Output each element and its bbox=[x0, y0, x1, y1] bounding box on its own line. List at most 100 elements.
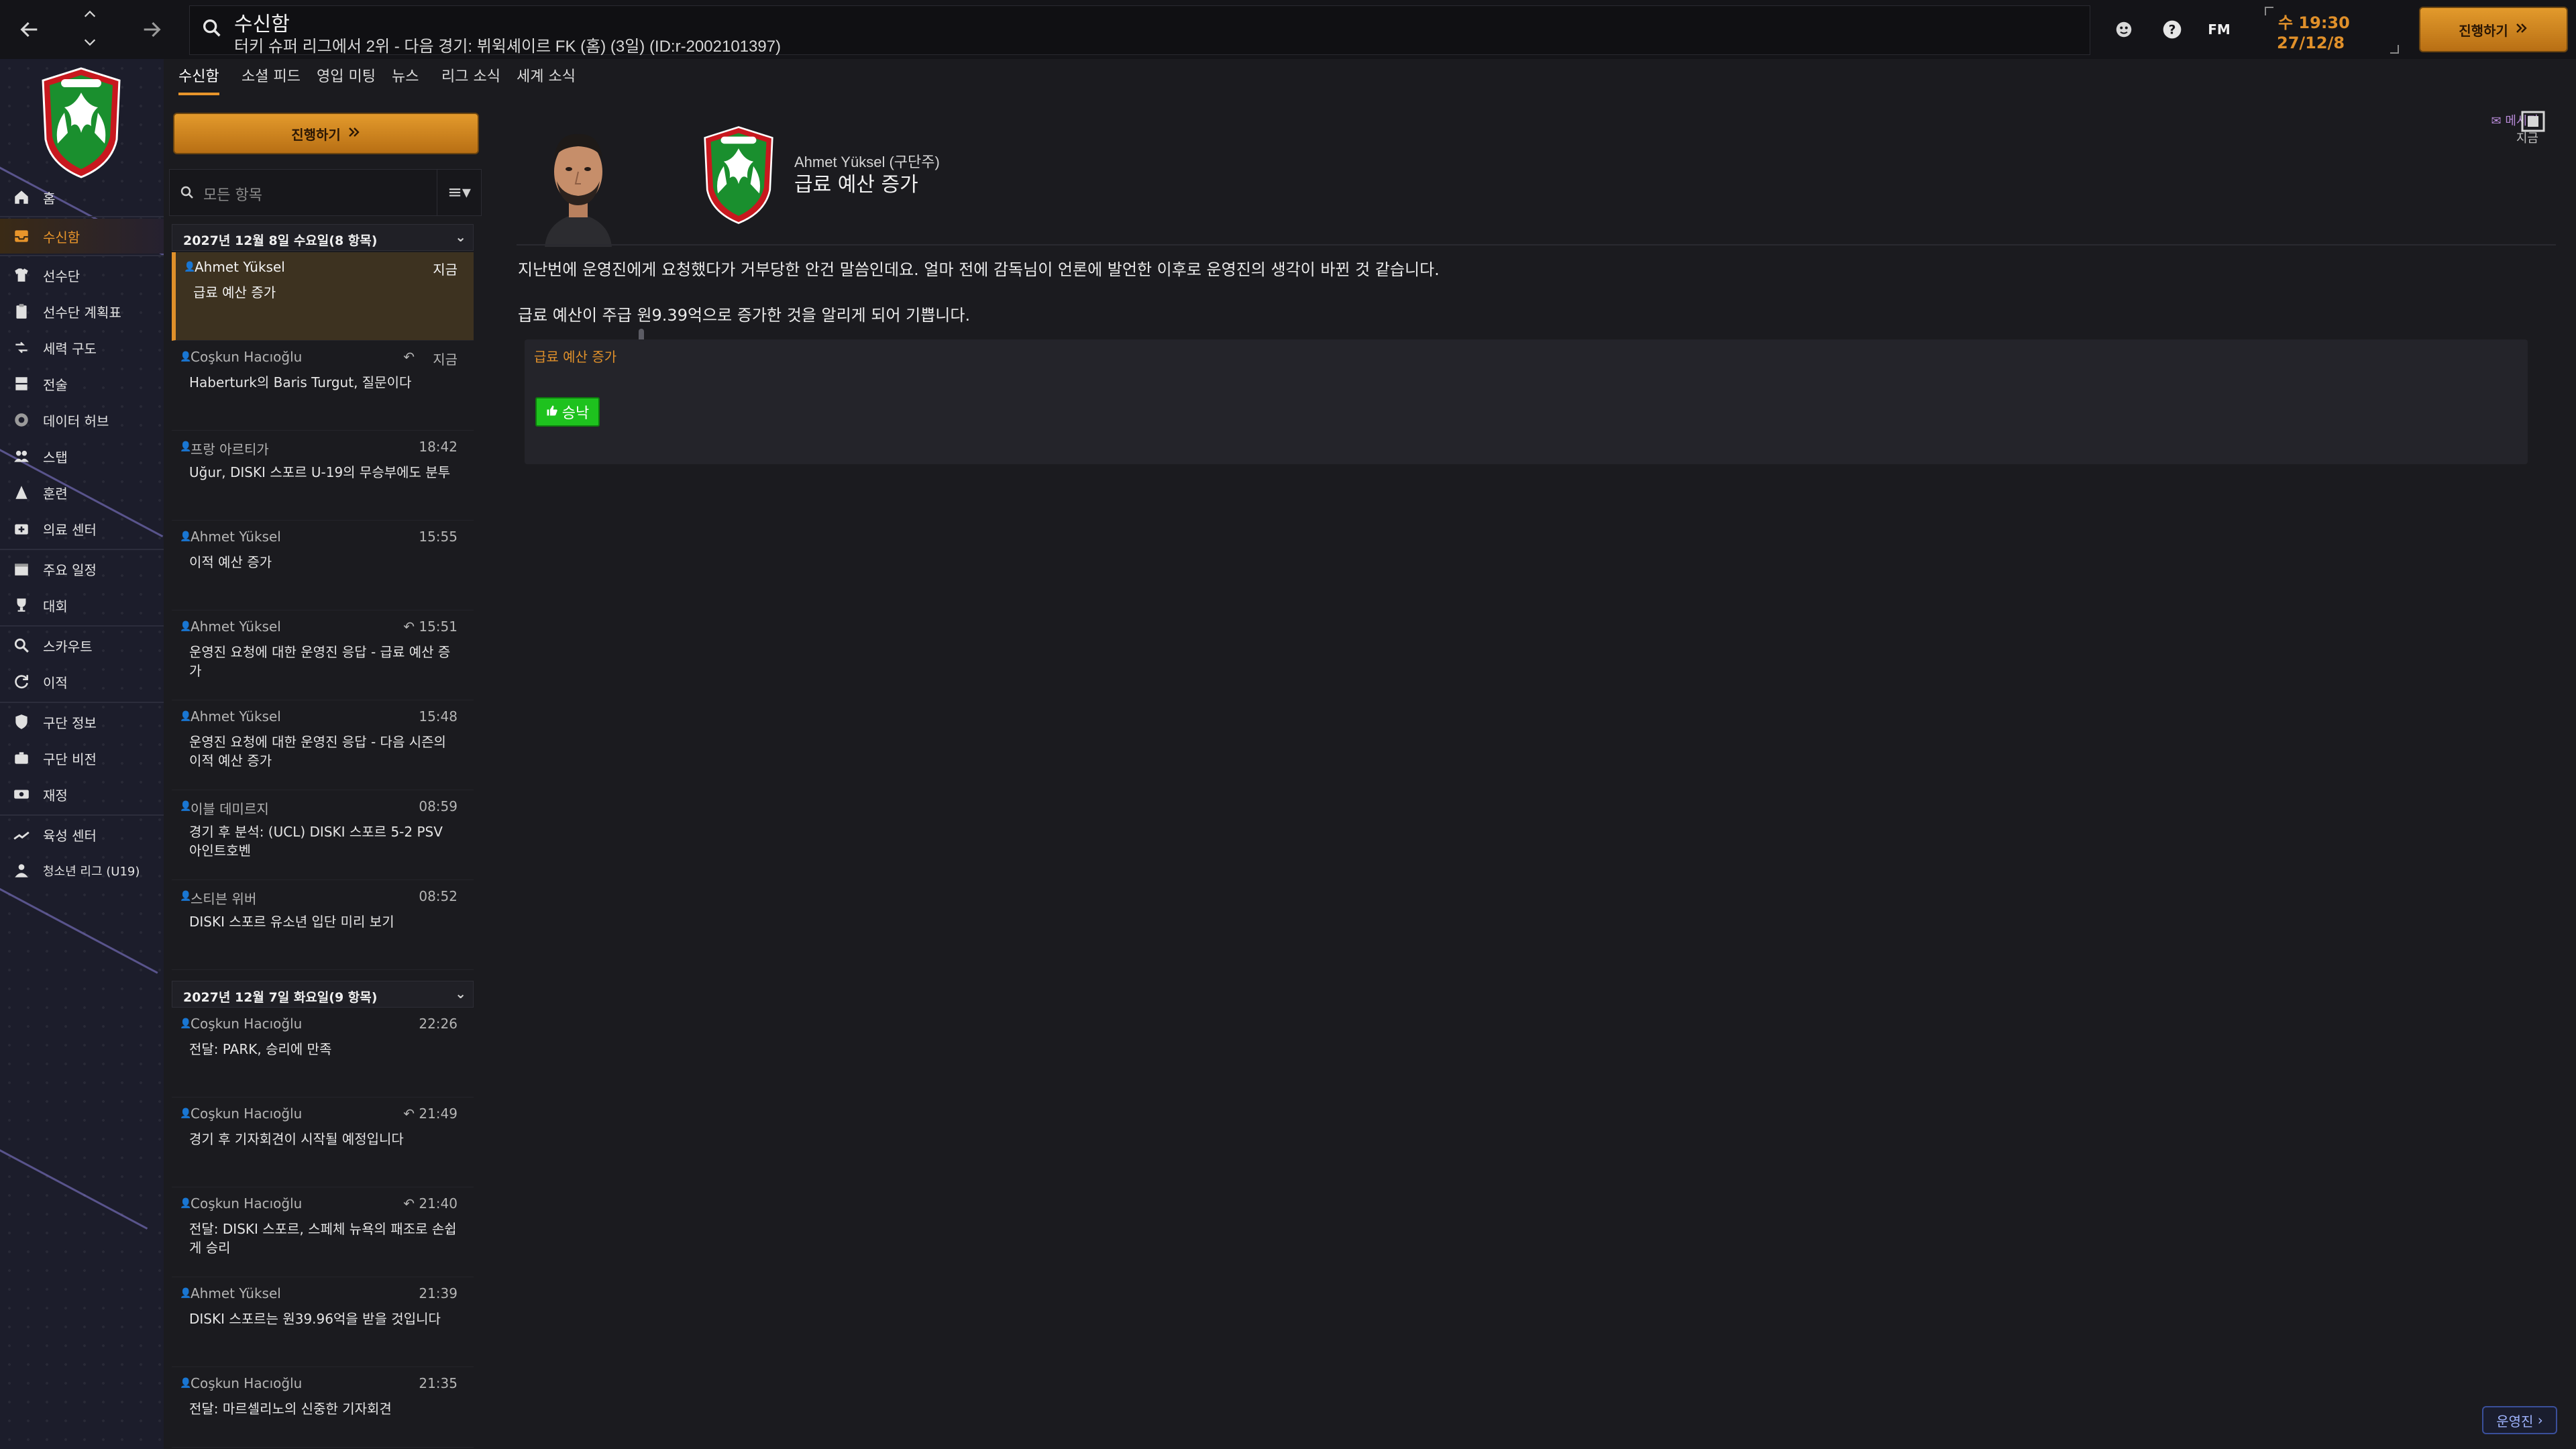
list-item[interactable]: 👤 Ahmet Yüksel 지금 급료 예산 증가 bbox=[172, 252, 474, 341]
list-item[interactable]: 👤 Coşkun Hacıoğlu 21:35 전달: 마르셀리노의 신중한 기… bbox=[172, 1368, 474, 1448]
sidebar-item-club-info[interactable]: 구단 정보 bbox=[0, 704, 164, 739]
sidebar-item-training[interactable]: 훈련 bbox=[0, 475, 164, 510]
message-subject: Haberturk의 Baris Turgut, 질문이다 bbox=[189, 374, 412, 390]
forward-arrow-icon[interactable] bbox=[131, 9, 172, 50]
tab-recruitment-meeting[interactable]: 영입 미팅 bbox=[317, 62, 376, 97]
sidebar-item-dynamics[interactable]: 세력 구도 bbox=[0, 330, 164, 365]
sender-avatar[interactable] bbox=[538, 119, 619, 247]
sidebar-item-label: 이적 bbox=[43, 674, 68, 691]
sidebar-item-development-centre[interactable]: 육성 센터 bbox=[0, 817, 164, 852]
sidebar-item-club-vision[interactable]: 구단 비전 bbox=[0, 741, 164, 775]
sidebar-item-youth-league[interactable]: 청소년 리그 (U19) bbox=[0, 853, 164, 888]
message-time: 15:48 bbox=[419, 708, 458, 724]
tab-news[interactable]: 뉴스 bbox=[392, 62, 419, 97]
manager-face-icon[interactable] bbox=[2109, 15, 2139, 44]
list-item[interactable]: 👤 Coşkun Hacıoğlu ↶ 21:49 경기 후 기자회견이 시작될… bbox=[172, 1099, 474, 1187]
message-time: 15:55 bbox=[419, 529, 458, 545]
sidebar-item-data-hub[interactable]: 데이터 허브 bbox=[0, 402, 164, 437]
sidebar-item-squad[interactable]: 선수단 bbox=[0, 258, 164, 292]
list-item[interactable]: 👤 Ahmet Yüksel 21:39 DISKI 스포르는 원39.96억을… bbox=[172, 1279, 474, 1367]
training-icon bbox=[11, 482, 32, 503]
person-icon: 👤 bbox=[180, 891, 192, 902]
sidebar-item-label: 수신함 bbox=[43, 229, 80, 246]
expand-window-icon[interactable] bbox=[2513, 105, 2553, 138]
group-header-label: 2027년 12월 7일 화요일(9 항목) bbox=[183, 990, 378, 1005]
message-time: 21:39 bbox=[419, 1285, 458, 1301]
fm-menu-button[interactable]: FM bbox=[2204, 15, 2234, 44]
inbox-continue-button[interactable]: 진행하기 bbox=[173, 113, 479, 154]
chevron-up-icon[interactable] bbox=[70, 4, 110, 24]
sidebar-item-tactics[interactable]: 전술 bbox=[0, 366, 164, 401]
message-time: 08:59 bbox=[419, 798, 458, 814]
message-time: 지금 bbox=[433, 352, 458, 368]
back-arrow-icon[interactable] bbox=[9, 9, 50, 50]
club-logo[interactable] bbox=[38, 66, 125, 180]
person-icon: 👤 bbox=[180, 711, 192, 722]
sidebar-item-finances[interactable]: 재정 bbox=[0, 777, 164, 812]
tab-social-feed[interactable]: 소셜 피드 bbox=[241, 62, 301, 97]
sidebar-item-squad-planner[interactable]: 선수단 계획표 bbox=[0, 294, 164, 329]
sidebar-item-inbox[interactable]: 수신함 bbox=[0, 219, 164, 254]
sender-club-logo[interactable] bbox=[696, 125, 781, 225]
title-search-box[interactable]: 수신함 터키 슈퍼 리그에서 2위 - 다음 경기: 뷔윅셰이르 FK (홈) … bbox=[189, 5, 2090, 56]
thumbs-up-icon bbox=[546, 404, 558, 421]
list-item[interactable]: 👤 Ahmet Yüksel ↶ 15:51 운영진 요청에 대한 운영진 응답… bbox=[172, 612, 474, 700]
scout-icon bbox=[11, 635, 32, 656]
help-icon[interactable]: ? bbox=[2157, 15, 2187, 44]
message-subject: 경기 후 기자회견이 시작될 예정입니다 bbox=[189, 1131, 404, 1147]
message-sender: Ahmet Yüksel bbox=[191, 619, 281, 635]
accept-label: 승낙 bbox=[561, 405, 590, 422]
message-time: 지금 bbox=[433, 262, 458, 278]
finance-icon bbox=[11, 784, 32, 805]
person-icon: 👤 bbox=[180, 1288, 192, 1299]
list-item[interactable]: 👤 이블 데미르지 08:59 경기 후 분석: (UCL) DISKI 스포르… bbox=[172, 792, 474, 880]
sidebar-item-medical[interactable]: 의료 센터 bbox=[0, 511, 164, 546]
list-item[interactable]: 👤 Coşkun Hacıoğlu 22:26 전달: PARK, 승리에 만족 bbox=[172, 1009, 474, 1097]
staff-icon bbox=[11, 445, 32, 467]
top-continue-button[interactable]: 진행하기 bbox=[2419, 7, 2568, 52]
list-item[interactable]: 👤 Coşkun Hacıoğlu ↶ 21:40 전달: DISKI 스포르,… bbox=[172, 1189, 474, 1277]
chevron-right-icon: › bbox=[2533, 1412, 2543, 1428]
person-icon: 👤 bbox=[180, 1018, 192, 1029]
message-time: 21:49 bbox=[419, 1106, 458, 1122]
sidebar-item-label: 대회 bbox=[43, 598, 68, 614]
tab-inbox[interactable]: 수신함 bbox=[178, 62, 219, 97]
group-header[interactable]: 2027년 12월 8일 수요일(8 항목) ⌄ bbox=[172, 224, 474, 251]
sort-menu-icon[interactable]: ≡▾ bbox=[437, 170, 481, 215]
date-time-display[interactable]: 수 19:30 27/12/8 bbox=[2265, 7, 2399, 54]
message-view: Ahmet Yüksel (구단주) 급료 예산 증가 ✉ 메시지 지금 지난번… bbox=[510, 101, 2556, 1375]
list-item[interactable]: 👤 Ahmet Yüksel 15:48 운영진 요청에 대한 운영진 응답 -… bbox=[172, 702, 474, 790]
inbox-icon bbox=[11, 225, 32, 247]
reply-icon: ↶ bbox=[403, 1106, 415, 1122]
list-item[interactable]: 👤 Coşkun Hacıoğlu ↶ 지금 Haberturk의 Baris … bbox=[172, 342, 474, 431]
sidebar-item-label: 구단 비전 bbox=[43, 751, 97, 767]
message-subject: Uğur, DISKI 스포르 U-19의 무승부에도 분투 bbox=[189, 464, 451, 480]
list-item[interactable]: 👤 스티븐 위버 08:52 DISKI 스포르 유소년 입단 미리 보기 bbox=[172, 881, 474, 970]
group-header[interactable]: 2027년 12월 7일 화요일(9 항목) ⌄ bbox=[172, 981, 474, 1008]
tab-league-news[interactable]: 리그 소식 bbox=[441, 62, 500, 97]
sidebar-item-competitions[interactable]: 대회 bbox=[0, 588, 164, 623]
sidebar-item-label: 선수단 bbox=[43, 268, 80, 284]
chevron-down-icon[interactable] bbox=[70, 32, 110, 52]
accept-button[interactable]: 승낙 bbox=[535, 397, 600, 427]
double-chevron-right-icon bbox=[347, 125, 361, 142]
list-item[interactable]: 👤 프랑 아르티가 18:42 Uğur, DISKI 스포르 U-19의 무승… bbox=[172, 432, 474, 521]
inbox-filter-input[interactable]: 모든 항목 ≡▾ bbox=[169, 169, 482, 216]
message-time: 15:51 bbox=[419, 619, 458, 635]
sidebar-item-label: 스카우트 bbox=[43, 638, 93, 655]
continue-label: 진행하기 bbox=[291, 126, 341, 143]
youth-icon bbox=[11, 860, 32, 881]
sidebar-item-transfers[interactable]: 이적 bbox=[0, 664, 164, 699]
sidebar-item-home[interactable]: 홈 bbox=[0, 180, 164, 215]
list-item[interactable]: 👤 Ahmet Yüksel 15:55 이적 예산 증가 bbox=[172, 522, 474, 610]
sidebar-item-label: 재정 bbox=[43, 787, 68, 804]
message-sender: Ahmet Yüksel bbox=[191, 708, 281, 724]
board-button[interactable]: 운영진 › bbox=[2482, 1406, 2557, 1434]
sidebar-item-scouting[interactable]: 스카우트 bbox=[0, 628, 164, 663]
reply-icon: ↶ bbox=[403, 349, 415, 365]
sidebar-item-staff[interactable]: 스탭 bbox=[0, 439, 164, 474]
sidebar-item-schedule[interactable]: 주요 일정 bbox=[0, 551, 164, 586]
tab-world-news[interactable]: 세계 소식 bbox=[517, 62, 576, 97]
clock-day-time: 수 19:30 bbox=[2278, 13, 2350, 32]
message-sender: 스티븐 위버 bbox=[191, 891, 257, 907]
